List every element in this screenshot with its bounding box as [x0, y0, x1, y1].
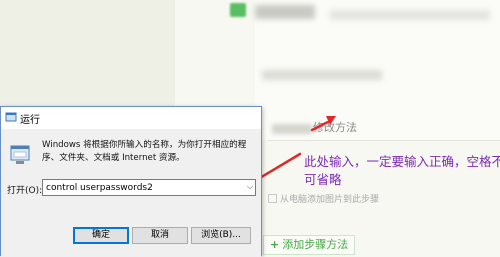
cancel-button[interactable]: 取消	[132, 227, 188, 244]
open-label: 打开(O):	[7, 186, 43, 196]
annotation-note: 此处输入，一定要输入正确，空格不可省略	[304, 154, 500, 187]
checkbox-label: 从电脑添加图片到此步骤	[280, 195, 380, 205]
plus-icon: +	[270, 238, 280, 251]
step-title: 修改方法	[313, 121, 357, 134]
background-panel-left	[0, 0, 175, 108]
run-program-icon	[10, 145, 30, 164]
blurred-green-icon	[230, 3, 246, 17]
blurred-text	[330, 10, 490, 20]
add-step-button[interactable]: + 添加步骤方法	[263, 235, 356, 255]
dialog-description: Windows 将根据你所输入的名称，为你打开相应的程序、文件夹、文档或 Int…	[42, 140, 247, 163]
ok-button[interactable]: 确定	[73, 227, 129, 244]
dialog-button-bar: 确定 取消 浏览(B)...	[1, 219, 261, 257]
add-image-checkbox[interactable]: 从电脑添加图片到此步骤	[268, 192, 379, 205]
blurred-text	[272, 124, 312, 134]
open-command-input[interactable]	[42, 179, 256, 196]
run-dialog: 运行 Windows 将根据你所输入的名称，为你打开相应的程序、文件夹、文档或 …	[0, 106, 262, 257]
browse-button[interactable]: 浏览(B)...	[191, 227, 251, 244]
blurred-text	[262, 70, 382, 80]
divider	[268, 140, 500, 141]
dialog-title: 运行	[20, 115, 40, 126]
dialog-titlebar[interactable]: 运行	[1, 107, 261, 129]
run-app-icon	[5, 112, 17, 122]
add-step-label: 添加步骤方法	[282, 238, 349, 251]
chevron-down-icon[interactable]: ⌵	[245, 181, 255, 193]
checkbox-box[interactable]	[268, 194, 277, 203]
blurred-text	[255, 5, 315, 19]
